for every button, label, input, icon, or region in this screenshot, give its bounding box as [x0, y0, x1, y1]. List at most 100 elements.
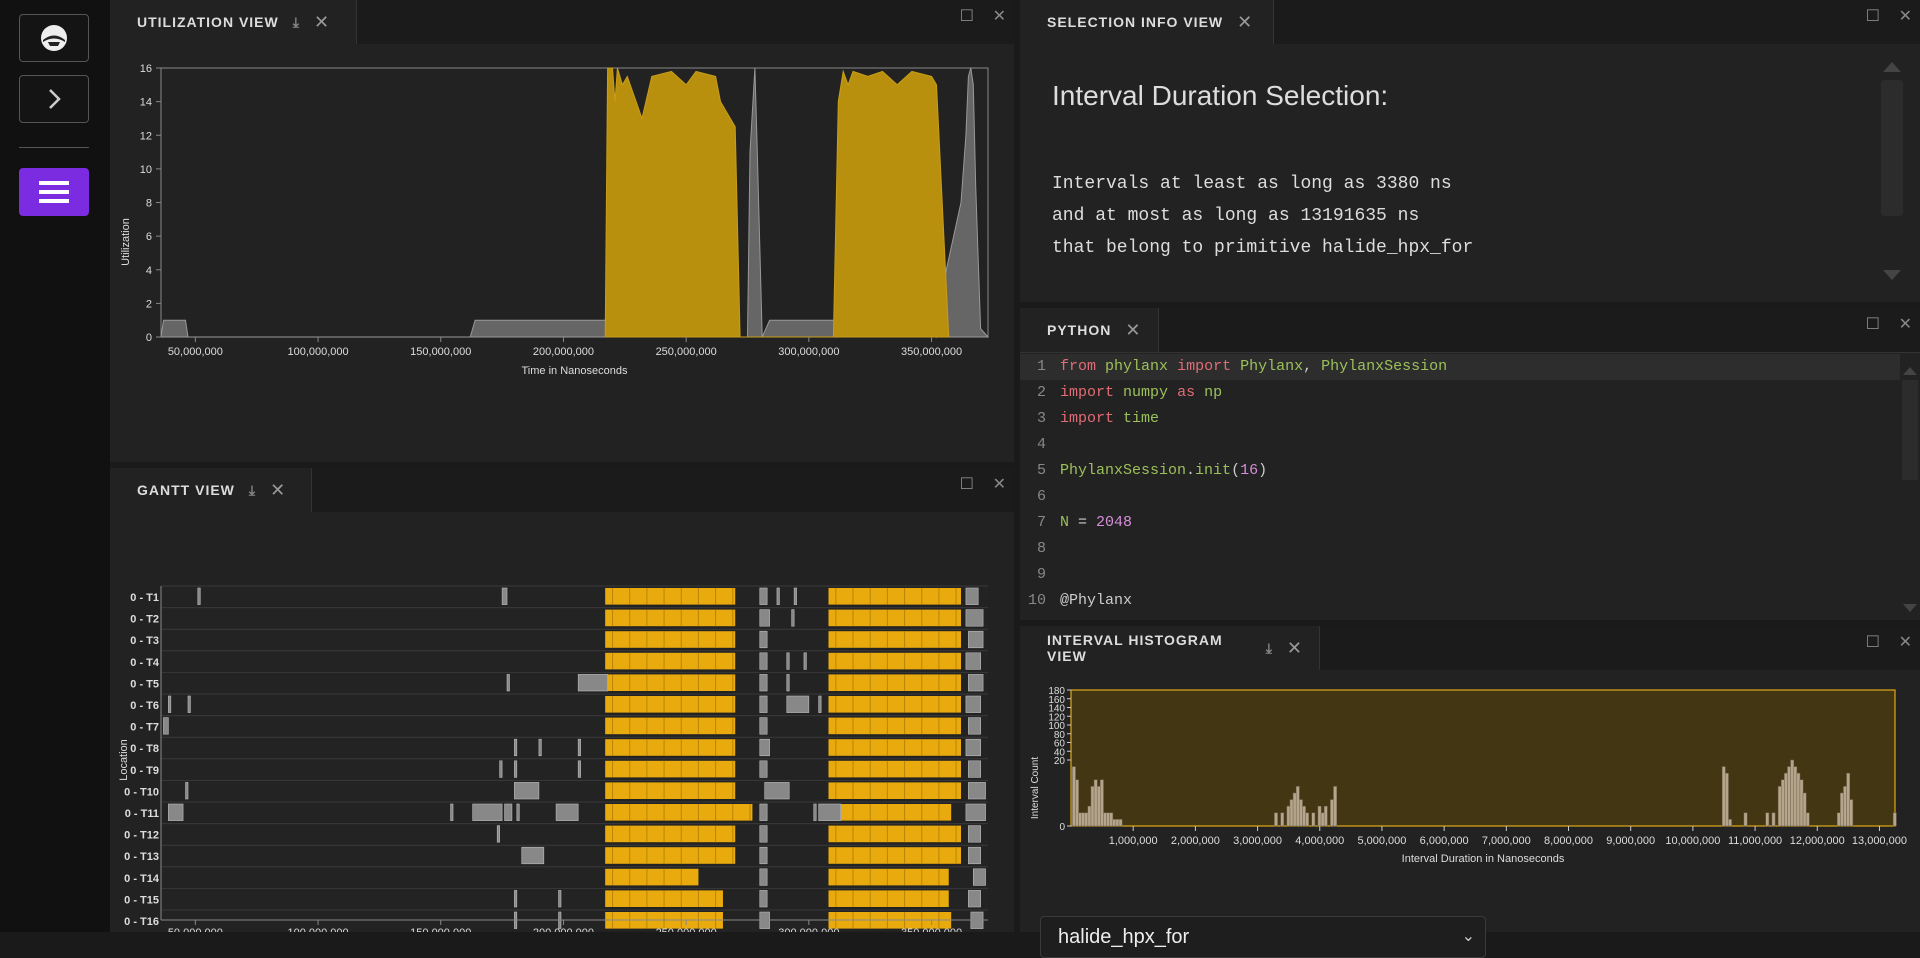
gantt-bar-gray [813, 803, 817, 821]
gantt-bar-gray [499, 760, 503, 778]
close-icon[interactable]: ✕ [1125, 320, 1141, 341]
close-panel-icon[interactable]: ✕ [993, 6, 1006, 26]
histogram-bar [1787, 766, 1791, 827]
primitive-select[interactable]: halide_hpx_for ⌄ [1040, 916, 1486, 958]
x-tick-label: 150,000,000 [410, 927, 471, 932]
code-line[interactable]: 3 import time [1020, 406, 1900, 432]
code-scrollbar[interactable] [1900, 364, 1920, 620]
code-token: import [1177, 358, 1232, 375]
code-line[interactable]: 1 from phylanx import Phylanx, PhylanxSes… [1020, 354, 1900, 380]
expand-button[interactable] [19, 75, 89, 123]
code-line[interactable]: 10 @Phylanx [1020, 588, 1900, 614]
code-editor[interactable]: 1 from phylanx import Phylanx, PhylanxSes… [1020, 352, 1900, 620]
close-panel-icon[interactable]: ✕ [1899, 6, 1912, 26]
close-icon[interactable]: ✕ [1287, 638, 1303, 659]
scrollbar-graphic [1902, 367, 1918, 612]
utilization-chart[interactable]: 0 2 4 6 8 10 12 14 16 50,000,000 100,000,000 150,00… [110, 44, 1014, 462]
tab-interval-histogram[interactable]: INTERVAL HISTOGRAM VIEW ⤓ ✕ [1020, 626, 1320, 670]
maximize-icon[interactable]: ☐ [1866, 314, 1880, 334]
gantt-bar-gray [168, 695, 172, 713]
code-token: numpy [1123, 384, 1169, 401]
line-number: 10 [1027, 592, 1046, 609]
code-token: N [1060, 514, 1070, 531]
tab-gantt-view[interactable]: GANTT VIEW ⤓ ✕ [110, 468, 312, 512]
gantt-row-label: 0 - T3 [130, 635, 159, 647]
left-sidebar [0, 0, 110, 932]
gantt-row-label: 0 - T15 [124, 894, 159, 906]
close-panel-icon[interactable]: ✕ [1899, 314, 1912, 334]
y-tick-label: 6 [146, 231, 152, 243]
histogram-bar [1765, 812, 1770, 827]
code-line[interactable]: 6 [1020, 484, 1900, 510]
download-icon[interactable]: ⤓ [249, 482, 256, 499]
code-token: from [1060, 358, 1097, 375]
histogram-bar [1072, 766, 1076, 827]
histogram-bar [1793, 766, 1798, 827]
tab-utilization-view[interactable]: UTILIZATION VIEW ⤓ ✕ [110, 0, 357, 44]
histogram-bar [1836, 812, 1841, 827]
code-text: import numpy as np [1060, 380, 1222, 406]
gantt-bar-gray [968, 630, 984, 649]
gantt-row-label: 0 - T6 [130, 700, 159, 712]
code-token: . [1186, 462, 1196, 479]
x-tick-label: 12,000,000 [1790, 835, 1845, 847]
gantt-bar-orange [828, 868, 949, 886]
gantt-bar-gray [555, 803, 579, 821]
maximize-icon[interactable]: ☐ [960, 6, 974, 26]
code-line[interactable]: 7N = 2048 [1020, 510, 1900, 536]
line-number: 8 [1036, 540, 1046, 557]
histogram-bar [1840, 792, 1844, 827]
utilization-tabbar: UTILIZATION VIEW ⤓ ✕ ☐ ✕ [110, 0, 1014, 45]
histogram-bar [1112, 819, 1117, 827]
close-panel-icon[interactable]: ✕ [993, 474, 1006, 494]
close-icon[interactable]: ✕ [270, 480, 286, 501]
tab-selection-info[interactable]: SELECTION INFO VIEW ✕ [1020, 0, 1274, 44]
gantt-panel: GANTT VIEW ⤓ ✕ ☐ ✕ 0 - T1 0 - T2 0 - T3 0 -… [110, 468, 1014, 956]
histogram-bar [1330, 799, 1334, 827]
code-line[interactable]: 9 [1020, 562, 1900, 588]
logo-button[interactable] [19, 14, 89, 62]
gantt-chart[interactable]: 0 - T1 0 - T2 0 - T3 0 - T4 0 - T5 0 - T6 0 - … [110, 512, 1014, 956]
menu-button[interactable] [19, 168, 89, 216]
x-tick-label: 3,000,000 [1233, 835, 1282, 847]
maximize-icon[interactable]: ☐ [1866, 6, 1880, 26]
maximize-icon[interactable]: ☐ [960, 474, 974, 494]
gantt-bar-gray [759, 695, 768, 713]
histogram-bar [1771, 812, 1776, 827]
code-line[interactable]: 2 import numpy as np [1020, 380, 1900, 406]
y-axis-label: Utilization [120, 218, 132, 266]
gantt-bar-gray [514, 760, 518, 778]
gantt-bar-gray [968, 760, 981, 778]
download-icon[interactable]: ⤓ [1266, 640, 1273, 657]
code-text: from phylanx import Phylanx, PhylanxSess… [1060, 354, 1447, 380]
download-icon[interactable]: ⤓ [293, 14, 300, 31]
code-line[interactable]: 8 [1020, 536, 1900, 562]
gantt-row-label: 0 - T14 [124, 873, 160, 885]
line-number: 1 [1036, 358, 1046, 375]
gantt-bar-gray [968, 717, 981, 735]
close-panel-icon[interactable]: ✕ [1899, 632, 1912, 652]
gantt-bar-gray [786, 652, 790, 670]
histogram-bar [1084, 812, 1089, 827]
code-line[interactable]: 4 [1020, 432, 1900, 458]
close-icon[interactable]: ✕ [1237, 12, 1253, 33]
close-icon[interactable]: ✕ [314, 12, 330, 33]
selection-panel: SELECTION INFO VIEW ✕ ☐ ✕ Interval Durat… [1020, 0, 1920, 302]
gantt-bar-gray [776, 587, 780, 605]
gantt-bar-gray [759, 630, 768, 649]
code-line[interactable]: 5 PhylanxSession.init(16) [1020, 458, 1900, 484]
histogram-bar [1323, 805, 1328, 827]
histogram-chart[interactable]: 0204060801001201401601801,000,000 2,000,0… [1020, 670, 1920, 870]
gantt-bar-gray [759, 760, 768, 778]
selection-body: Interval Duration Selection: Intervals a… [1020, 44, 1920, 302]
x-tick-label: 300,000,000 [778, 927, 839, 932]
selection-scrollbar[interactable] [1880, 58, 1904, 284]
gantt-bar-gray [803, 652, 807, 670]
utilization-body: 0 2 4 6 8 10 12 14 16 50,000,000 100,000,000 150,00… [110, 44, 1014, 462]
code-text: N = 2048 [1060, 510, 1132, 536]
code-token: PhylanxSession [1321, 358, 1448, 375]
tab-python[interactable]: PYTHON ✕ [1020, 308, 1159, 352]
maximize-icon[interactable]: ☐ [1866, 632, 1880, 652]
